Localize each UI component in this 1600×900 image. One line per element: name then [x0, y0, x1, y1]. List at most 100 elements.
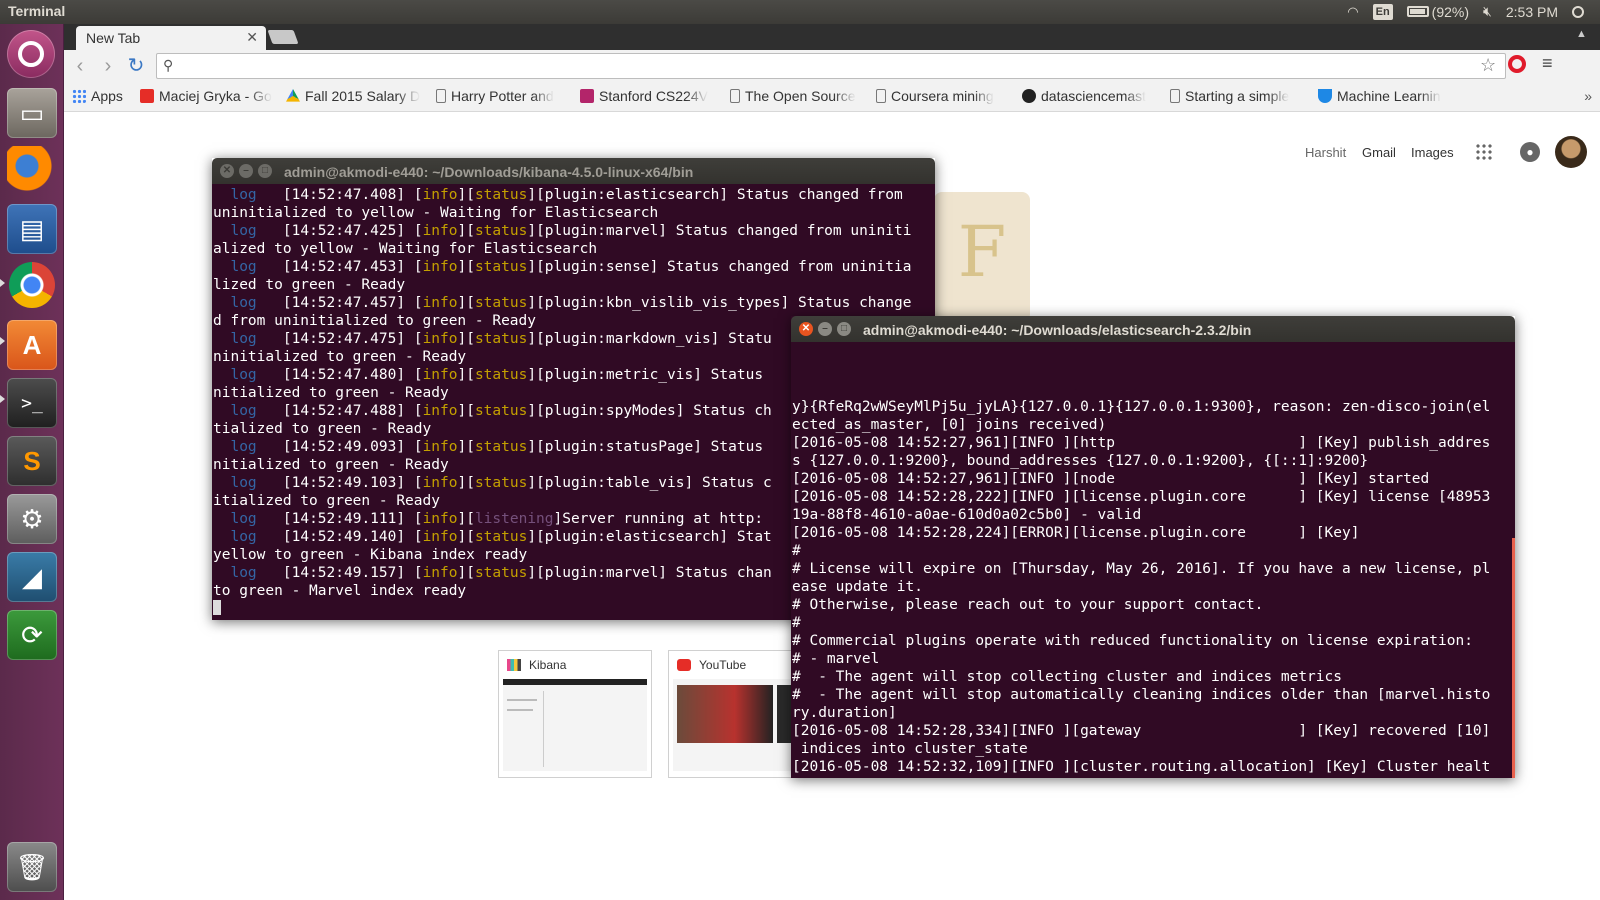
gmail-link[interactable]: Gmail	[1362, 145, 1396, 160]
timestamp: [14:52:47.488]	[282, 403, 406, 419]
tile-title: Kibana	[529, 658, 567, 672]
session-gear-icon[interactable]	[1572, 5, 1584, 18]
info-tag: info	[422, 403, 458, 419]
terminal-line: log [14:52:47.408] [info][status][plugin…	[230, 187, 903, 203]
tile-title: YouTube	[699, 658, 747, 672]
battery-icon	[1406, 6, 1429, 17]
terminal-titlebar[interactable]: ✕ – □ admin@akmodi-e440: ~/Downloads/kib…	[212, 158, 935, 184]
bookmarks-overflow-button[interactable]: »	[1584, 88, 1592, 104]
avatar[interactable]	[1555, 136, 1587, 168]
google-apps-icon[interactable]	[1475, 143, 1493, 161]
sublime-text-icon[interactable]: S	[7, 436, 57, 486]
system-settings-icon[interactable]: ⚙	[7, 494, 57, 544]
log-level: log	[230, 295, 257, 311]
log-level: log	[230, 529, 257, 545]
google-drive-icon	[286, 89, 300, 102]
mysql-workbench-icon[interactable]: ◢	[7, 552, 57, 602]
terminal-icon[interactable]: >_	[7, 378, 57, 428]
clock[interactable]: 2:53 PM	[1506, 4, 1558, 20]
bookmark-label: Coursera mining	[891, 88, 994, 104]
log-message: [plugin:marvel] Status changed from unin…	[536, 223, 912, 239]
status-tag: status	[474, 295, 528, 311]
files-icon[interactable]: ▭	[7, 88, 57, 138]
bookmark-item[interactable]: datasciencemast	[1022, 88, 1170, 104]
minimize-window-icon[interactable]: –	[239, 164, 253, 178]
terminal-line: s {127.0.0.1:9200}, bound_addresses {127…	[792, 453, 1369, 469]
tab-close-icon[interactable]: ✕	[246, 29, 258, 46]
terminal-title: admin@akmodi-e440: ~/Downloads/elasticse…	[863, 322, 1252, 338]
terminal-line: [2016-05-08 14:52:28,334][INFO ][gateway…	[792, 723, 1491, 739]
wifi-icon[interactable]: ◠	[1347, 4, 1358, 20]
firefox-icon[interactable]	[7, 146, 57, 196]
terminal-output[interactable]: y}{RfeRq2wWSeyMlPj5u_jyLA}{127.0.0.1}{12…	[791, 342, 1515, 778]
timestamp: [14:52:49.103]	[282, 475, 406, 491]
bookmark-item[interactable]: Stanford CS224V	[580, 88, 716, 104]
terminal-window-elasticsearch[interactable]: ✕ – □ admin@akmodi-e440: ~/Downloads/ela…	[791, 316, 1515, 778]
back-icon[interactable]: ‹	[68, 54, 92, 78]
ubuntu-dash-icon[interactable]	[7, 30, 55, 78]
software-updater-icon[interactable]: ⟳	[7, 610, 57, 660]
notifications-bell-icon[interactable]: ●	[1520, 142, 1540, 162]
timestamp: [14:52:47.457]	[282, 295, 406, 311]
battery-percent: (92%)	[1431, 3, 1470, 20]
close-window-icon[interactable]: ✕	[220, 164, 234, 178]
bookmark-item[interactable]: Coursera mining	[876, 88, 1010, 104]
address-bar[interactable]: ⚲	[156, 53, 1506, 79]
terminal-line: [2016-05-08 14:52:28,222][INFO ][license…	[792, 489, 1491, 505]
terminal-line: # Otherwise, please reach out to your su…	[792, 597, 1264, 613]
bookmark-label: Fall 2015 Salary D	[305, 88, 420, 104]
bookmarks-bar: Apps Maciej Gryka - Go Fall 2015 Salary …	[64, 82, 1600, 112]
info-tag: info	[422, 511, 458, 527]
log-level: log	[230, 439, 257, 455]
bookmark-item[interactable]: Maciej Gryka - Go	[140, 88, 274, 104]
keyboard-language-indicator[interactable]: En	[1372, 3, 1393, 20]
battery-indicator[interactable]: (92%)	[1406, 3, 1470, 20]
bookmark-item[interactable]: The Open Source	[730, 88, 864, 104]
maximize-window-icon[interactable]: □	[258, 164, 272, 178]
software-center-icon[interactable]: A	[7, 320, 57, 370]
timestamp: [14:52:47.408]	[282, 187, 406, 203]
bookmark-item[interactable]: Starting a simple	[1170, 88, 1306, 104]
log-level: log	[230, 223, 257, 239]
chrome-menu-icon[interactable]: ≡	[1542, 53, 1553, 74]
bookmark-item[interactable]: Machine Learnin	[1318, 88, 1454, 104]
info-tag: info	[422, 565, 458, 581]
maximize-window-icon[interactable]: □	[837, 322, 851, 336]
most-visited-tile-kibana[interactable]: Kibana	[498, 650, 652, 778]
chrome-icon[interactable]	[9, 262, 55, 308]
tab-new-tab[interactable]: New Tab ✕	[76, 26, 266, 50]
bookmark-item[interactable]: Fall 2015 Salary D	[286, 88, 420, 104]
volume-muted-icon[interactable]: 🔇︎	[1483, 3, 1492, 20]
scrollbar[interactable]	[1512, 538, 1515, 778]
libreoffice-writer-icon[interactable]: ▤	[7, 204, 57, 254]
status-tag: status	[474, 367, 528, 383]
terminal-line: [2016-05-08 14:52:27,961][INFO ][http ] …	[792, 435, 1491, 451]
terminal-line: # Commercial plugins operate with reduce…	[792, 633, 1473, 649]
opera-extension-icon[interactable]	[1508, 55, 1526, 73]
user-name-link[interactable]: Harshit	[1305, 145, 1346, 160]
bookmark-apps[interactable]: Apps	[72, 88, 132, 104]
terminal-line: [2016-05-08 14:52:27,961][INFO ][node ] …	[792, 471, 1430, 487]
terminal-titlebar[interactable]: ✕ – □ admin@akmodi-e440: ~/Downloads/ela…	[791, 316, 1515, 342]
log-message: [plugin:marvel] Status chan	[536, 565, 772, 581]
log-message: Server running at http:	[562, 511, 764, 527]
info-tag: info	[422, 367, 458, 383]
google-doodle[interactable]: F	[934, 192, 1030, 322]
close-window-icon[interactable]: ✕	[799, 322, 813, 336]
bookmark-star-icon[interactable]: ☆	[1480, 55, 1496, 76]
info-tag: info	[422, 259, 458, 275]
images-link[interactable]: Images	[1411, 145, 1454, 160]
minimize-window-icon[interactable]: –	[818, 322, 832, 336]
bookmark-label: datasciencemast	[1041, 88, 1147, 104]
log-message: [plugin:spyModes] Status ch	[536, 403, 772, 419]
profile-icon[interactable]: ▲	[1576, 28, 1592, 44]
bookmark-item[interactable]: Harry Potter and	[436, 88, 568, 104]
forward-icon[interactable]: ›	[96, 54, 120, 78]
timestamp: [14:52:47.480]	[282, 367, 406, 383]
reload-icon[interactable]: ↻	[124, 54, 148, 78]
new-tab-button[interactable]	[267, 30, 299, 44]
terminal-line: [2016-05-08 14:52:32,109][INFO ][cluster…	[792, 759, 1491, 775]
trash-icon[interactable]: 🗑︎	[7, 842, 57, 892]
log-level: log	[230, 187, 257, 203]
running-indicator	[0, 337, 5, 345]
